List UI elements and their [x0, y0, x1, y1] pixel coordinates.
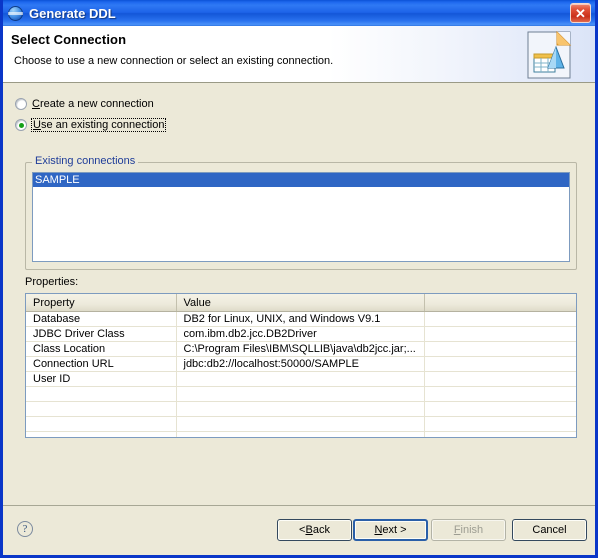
- radio-create-new-connection-label[interactable]: Create a new connection: [32, 98, 154, 110]
- column-header-property[interactable]: Property: [26, 294, 177, 312]
- table-row[interactable]: [26, 401, 576, 417]
- cell-extra: [424, 386, 576, 402]
- cell-extra: [424, 356, 576, 372]
- next-button-suffix: ext >: [382, 524, 407, 536]
- cell-value: [176, 371, 425, 387]
- mnemonic-use: U: [33, 118, 41, 131]
- radio-create-new-connection[interactable]: Create a new connection: [15, 95, 595, 112]
- table-header-row: Property Value: [26, 294, 576, 312]
- cell-property: JDBC Driver Class: [26, 326, 177, 342]
- cell-property: [26, 386, 177, 402]
- list-item[interactable]: SAMPLE: [33, 173, 569, 187]
- window-title: Generate DDL: [29, 5, 116, 21]
- title-bar[interactable]: Generate DDL ✕: [3, 0, 595, 26]
- cell-property: [26, 431, 177, 437]
- table-row[interactable]: User ID: [26, 371, 576, 387]
- cell-value: [176, 431, 425, 437]
- cell-extra: [424, 431, 576, 437]
- generate-ddl-dialog: Generate DDL ✕ Select Connection Choose …: [0, 0, 598, 558]
- radio-use-existing-connection-label[interactable]: Use an existing connection: [30, 117, 167, 132]
- radio-use-existing-connection-text: se an existing connection: [40, 118, 165, 131]
- mnemonic-back: B: [305, 524, 313, 536]
- cancel-button-label: Cancel: [532, 524, 567, 536]
- cell-property: Class Location: [26, 341, 177, 357]
- eclipse-sphere-icon: [8, 5, 23, 21]
- cell-property: Connection URL: [26, 356, 177, 372]
- cell-extra: [424, 416, 576, 432]
- existing-connections-group: Existing connections SAMPLE: [25, 155, 577, 270]
- mnemonic-finish: F: [453, 524, 461, 536]
- cell-extra: [424, 401, 576, 417]
- radio-create-new-connection-text: reate a new connection: [39, 97, 154, 110]
- column-header-extra[interactable]: [424, 294, 576, 312]
- existing-connections-list[interactable]: SAMPLE: [32, 172, 570, 262]
- table-row[interactable]: [26, 416, 576, 432]
- cell-property: [26, 416, 177, 432]
- cell-value: [176, 416, 425, 432]
- cell-property: [26, 401, 177, 417]
- finish-button-suffix: inish: [460, 524, 484, 536]
- properties-label: Properties:: [25, 276, 79, 288]
- wizard-header: Select Connection Choose to use a new co…: [3, 26, 595, 83]
- cell-property: User ID: [26, 371, 177, 387]
- cell-extra: [424, 326, 576, 342]
- page-subtitle: Choose to use a new connection or select…: [14, 55, 334, 67]
- table-row[interactable]: [26, 431, 576, 437]
- next-button[interactable]: Next >: [353, 519, 428, 541]
- button-bar: ? < Back Next > Finish Cancel: [3, 506, 595, 552]
- properties-table: Property Value Database DB2 for Linux, U…: [26, 294, 576, 437]
- cell-property: Database: [26, 311, 177, 327]
- ddl-document-icon: [527, 30, 572, 80]
- finish-button: Finish: [431, 519, 506, 541]
- help-icon[interactable]: ?: [17, 521, 33, 537]
- back-button-suffix: ack: [312, 524, 330, 536]
- cell-extra: [424, 371, 576, 387]
- cell-value: [176, 386, 425, 402]
- wizard-content: Create a new connection Use an existing …: [3, 95, 595, 500]
- cell-extra: [424, 341, 576, 357]
- column-header-value[interactable]: Value: [176, 294, 425, 312]
- radio-use-existing-connection[interactable]: Use an existing connection: [15, 116, 595, 133]
- radio-create-new-connection-glyph[interactable]: [15, 97, 27, 110]
- cell-value: DB2 for Linux, UNIX, and Windows V9.1: [176, 311, 425, 327]
- close-icon[interactable]: ✕: [570, 3, 591, 23]
- cancel-button[interactable]: Cancel: [512, 519, 587, 541]
- mnemonic-create: C: [32, 97, 40, 110]
- cell-value: jdbc:db2://localhost:50000/SAMPLE: [176, 356, 425, 372]
- mnemonic-next: N: [374, 524, 383, 536]
- properties-table-container[interactable]: Property Value Database DB2 for Linux, U…: [25, 293, 577, 438]
- table-row[interactable]: JDBC Driver Class com.ibm.db2.jcc.DB2Dri…: [26, 326, 576, 342]
- table-row[interactable]: Database DB2 for Linux, UNIX, and Window…: [26, 311, 576, 327]
- existing-connections-group-title: Existing connections: [32, 155, 139, 167]
- table-row[interactable]: Connection URL jdbc:db2://localhost:5000…: [26, 356, 576, 372]
- page-title: Select Connection: [11, 32, 127, 47]
- back-button[interactable]: < Back: [277, 519, 352, 541]
- cell-value: C:\Program Files\IBM\SQLLIB\java\db2jcc.…: [176, 341, 425, 357]
- cell-value: [176, 401, 425, 417]
- cell-extra: [424, 311, 576, 327]
- radio-use-existing-connection-glyph[interactable]: [15, 118, 27, 131]
- cell-value: com.ibm.db2.jcc.DB2Driver: [176, 326, 425, 342]
- table-row[interactable]: Class Location C:\Program Files\IBM\SQLL…: [26, 341, 576, 357]
- table-row[interactable]: [26, 386, 576, 402]
